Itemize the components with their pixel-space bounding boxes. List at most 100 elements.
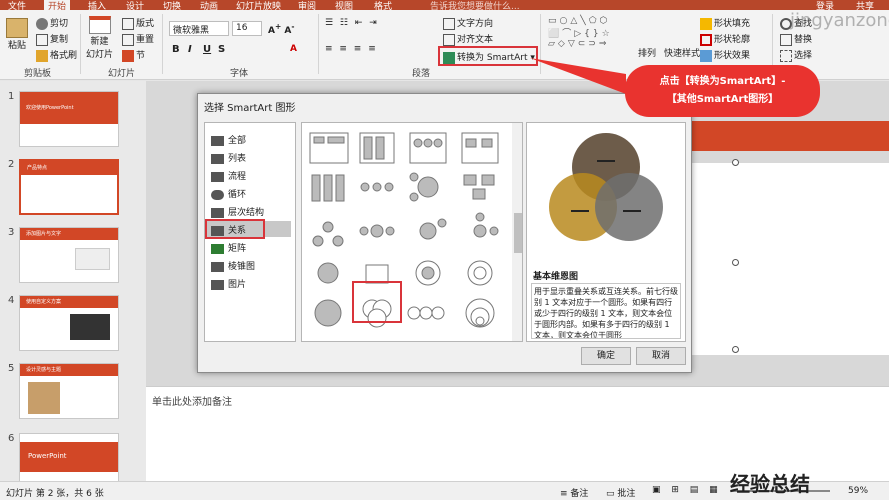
ok-button[interactable]: 确定 — [581, 347, 631, 365]
replace-button[interactable]: 替换 — [780, 32, 812, 46]
font-size-combo[interactable]: 16 — [232, 21, 262, 36]
shape-effects-button[interactable]: 形状效果 — [700, 48, 750, 62]
layout-button[interactable]: 版式 — [122, 16, 154, 30]
shadow-button[interactable]: S — [218, 44, 225, 55]
category-list-item[interactable]: 列表 — [211, 151, 246, 164]
venn-preview — [549, 133, 663, 241]
layout-thumb — [409, 192, 419, 202]
align-buttons[interactable]: ≡ ≡ ≡ ≡ — [325, 44, 378, 54]
slide-number: 5 — [8, 363, 15, 374]
slide-thumbnail-4[interactable]: 使用自定义方案 — [19, 295, 119, 351]
copy-button[interactable]: 复制 — [36, 32, 68, 46]
shape-fill-button[interactable]: 形状填充 — [700, 16, 750, 30]
watermark-text: jingyanzonglie — [790, 10, 889, 31]
view-buttons[interactable]: ▣ ⊞ ▤ ▦ — [652, 485, 722, 495]
bold-button[interactable]: B — [172, 44, 180, 55]
select-button[interactable]: 选择 — [780, 48, 812, 62]
font-color-button[interactable]: A — [290, 44, 297, 54]
layout-thumb — [475, 212, 485, 222]
slide-thumbnail-5[interactable]: 设计灵感与主题 — [19, 363, 119, 419]
category-process[interactable]: 流程 — [211, 169, 246, 182]
category-all[interactable]: 全部 — [211, 133, 246, 146]
slide-number: 4 — [8, 295, 15, 306]
zoom-level[interactable]: 59% — [848, 486, 868, 496]
layout-thumb — [332, 235, 344, 247]
thumb-image — [75, 248, 110, 270]
list-buttons[interactable]: ☰ ☷ ⇤ ⇥ — [325, 18, 379, 28]
layout-thumb — [433, 138, 443, 148]
layout-thumb — [419, 306, 433, 320]
tab-home[interactable]: 开始 — [44, 0, 71, 12]
text-direction-button[interactable]: 文字方向 — [443, 16, 493, 30]
layout-thumb — [323, 174, 333, 202]
shapes-gallery[interactable]: ▭○△╲⬠⬡ ⬜⌒▷{}☆ ▱◇▽⊂⊃⇒ — [548, 16, 613, 49]
layout-thumb — [311, 174, 321, 202]
group-separator — [162, 14, 163, 74]
select-icon — [780, 49, 792, 62]
new-slide-icon — [88, 16, 111, 34]
layout-thumb — [423, 138, 433, 148]
status-bar: 幻灯片 第 2 张，共 6 张 ≡ 备注 ▭ 批注 ▣ ⊞ ▤ ▦ 59% 经验… — [0, 472, 889, 500]
picture-icon — [211, 279, 224, 290]
paste-icon — [6, 18, 28, 38]
quick-styles-button[interactable]: 快速样式 — [664, 46, 700, 59]
relationship-highlight — [205, 219, 265, 239]
layout-thumb — [417, 176, 439, 198]
notes-pane[interactable]: 单击此处添加备注 — [146, 386, 889, 481]
thumb-image — [70, 314, 110, 340]
slide-thumbnail-3[interactable]: 添加图片与文字 — [19, 227, 119, 283]
italic-button[interactable]: I — [188, 44, 192, 55]
cancel-button[interactable]: 取消 — [636, 347, 686, 365]
grow-font-button[interactable]: A+ A- — [268, 22, 295, 36]
slide-thumbnail-2[interactable]: 产品特点 — [19, 159, 119, 215]
layout-thumb — [473, 266, 487, 280]
layout-thumb — [407, 306, 421, 320]
new-slide-button[interactable]: 新建 幻灯片 — [86, 16, 113, 60]
paste-button[interactable]: 粘贴 — [6, 18, 28, 51]
preview-panel: 基本维恩图 用于显示重叠关系或互连关系。前七行级别 1 文本对应于一个圆形。如果… — [526, 122, 686, 342]
layout-thumb — [409, 172, 419, 182]
watermark-logo: 经验总结 — [730, 472, 810, 496]
category-picture[interactable]: 图片 — [211, 277, 246, 290]
layout-thumb — [322, 221, 334, 233]
layout-thumb — [473, 224, 487, 238]
reset-button[interactable]: 重置 — [122, 32, 154, 46]
layout-thumb — [312, 235, 324, 247]
layout-thumb — [461, 132, 499, 164]
category-cycle[interactable]: 循环 — [211, 187, 246, 200]
layout-icon — [122, 17, 134, 30]
align-text-button[interactable]: 对齐文本 — [443, 32, 493, 46]
thumb-title: 产品特点 — [27, 165, 48, 171]
layout-thumb — [359, 226, 369, 236]
layout-thumb — [465, 138, 477, 148]
underline-button[interactable]: U — [203, 44, 211, 55]
group-separator — [80, 14, 81, 74]
smartart-dialog: 选择 SmartArt 图形 全部 列表 流程 循环 层次结构 关系 矩阵 棱锥… — [197, 93, 692, 373]
section-button[interactable]: 节 — [122, 48, 145, 62]
category-pyramid[interactable]: 棱锥图 — [211, 259, 255, 272]
font-name-combo[interactable]: 微软雅黑 — [169, 21, 229, 36]
replace-icon — [780, 33, 792, 46]
slide-counter: 幻灯片 第 2 张，共 6 张 — [6, 489, 104, 499]
resize-handle[interactable] — [732, 346, 739, 353]
thumb-title: 使用自定义方案 — [26, 299, 62, 305]
brush-icon — [36, 49, 48, 62]
callout-arrow — [530, 58, 626, 94]
slide-thumbnail-1[interactable]: 欢迎使用PowerPoint — [19, 91, 119, 147]
resize-handle[interactable] — [732, 259, 739, 266]
category-matrix[interactable]: 矩阵 — [211, 241, 246, 254]
list-icon — [211, 153, 224, 164]
comments-toggle[interactable]: ▭ 批注 — [606, 486, 635, 499]
cut-button[interactable]: 剪切 — [36, 16, 68, 30]
smartart-highlight — [438, 46, 538, 66]
layout-thumb — [317, 262, 339, 284]
notes-toggle[interactable]: ≡ 备注 — [560, 486, 588, 499]
arrange-button[interactable]: 排列 — [638, 46, 656, 59]
layout-gallery — [301, 122, 523, 342]
thumb-title: PowerPoint — [28, 452, 67, 460]
format-painter-button[interactable]: 格式刷 — [36, 48, 77, 62]
callout-line-2: 【其他SmartArt图形】 — [666, 94, 779, 105]
category-hierarchy[interactable]: 层次结构 — [211, 205, 264, 218]
resize-handle[interactable] — [732, 159, 739, 166]
shape-outline-button[interactable]: 形状轮廓 — [700, 32, 750, 46]
